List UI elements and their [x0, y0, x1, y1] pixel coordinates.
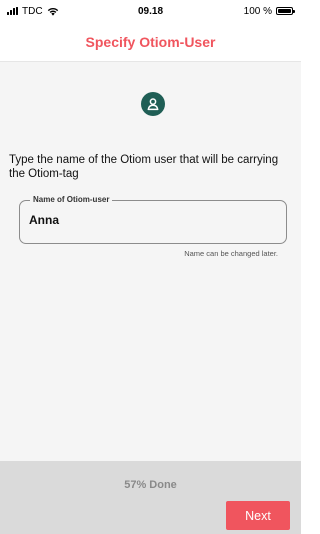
status-left: TDC [7, 6, 59, 17]
name-field[interactable]: Name of Otiom-user Anna [19, 195, 287, 244]
name-field-value[interactable]: Anna [29, 213, 59, 227]
battery-percent: 100 % [243, 5, 272, 17]
helper-text: Name can be changed later. [184, 249, 278, 258]
wifi-icon [47, 7, 58, 16]
status-right: 100 % [243, 5, 295, 17]
signal-icon [7, 7, 18, 15]
user-icon [141, 92, 165, 116]
battery-icon [276, 7, 295, 15]
carrier-label: TDC [22, 5, 43, 17]
main-content: Type the name of the Otiom user that wil… [0, 62, 301, 461]
page-title: Specify Otiom-User [85, 33, 216, 50]
next-button[interactable]: Next [226, 501, 290, 530]
progress-label: 57% Done [124, 479, 177, 491]
instruction-text: Type the name of the Otiom user that wil… [9, 154, 279, 180]
bottom-bar: 57% Done Next [0, 461, 301, 534]
navigation-bar: Specify Otiom-User [0, 22, 301, 62]
name-field-label: Name of Otiom-user [30, 195, 113, 205]
status-bar: TDC 09.18 100 % [0, 0, 301, 22]
